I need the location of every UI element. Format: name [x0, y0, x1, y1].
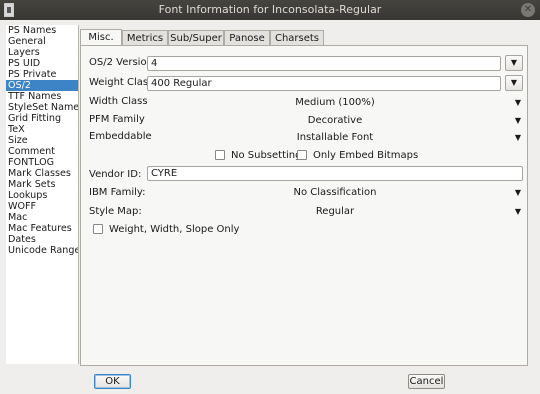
chevron-down-icon: ▼: [510, 58, 518, 67]
ok-button[interactable]: OK: [94, 374, 131, 389]
chevron-down-icon: ▼: [514, 133, 521, 142]
tab-misc[interactable]: Misc.: [80, 29, 122, 46]
tab-panose[interactable]: Panose: [224, 30, 270, 45]
weight-width-slope-checkbox[interactable]: [93, 224, 103, 234]
tab-container: Misc. Metrics Sub/Super Panose Charsets …: [80, 29, 532, 366]
style-map-value: Regular: [315, 206, 355, 217]
embeddable-select[interactable]: Installable Font ▼: [147, 130, 523, 145]
sidebar-item-mark-classes[interactable]: Mark Classes: [6, 168, 78, 179]
sidebar-item-mac[interactable]: Mac: [6, 212, 78, 223]
embeddable-label: Embeddable: [89, 131, 152, 142]
sidebar-item-ps-uid[interactable]: PS UID: [6, 58, 78, 69]
chevron-down-icon: ▼: [510, 78, 518, 87]
close-icon[interactable]: ✕: [521, 3, 535, 17]
sidebar-item-mark-sets[interactable]: Mark Sets: [6, 179, 78, 190]
vendor-id-label: Vendor ID:: [89, 169, 142, 180]
os2-version-label: OS/2 Version: [89, 57, 153, 68]
width-class-select[interactable]: Medium (100%) ▼: [147, 95, 523, 110]
misc-panel: OS/2 Version 4 ▼ Weight Class 400 Regula…: [80, 45, 528, 366]
pfm-family-select[interactable]: Decorative ▼: [147, 113, 523, 128]
sidebar-item-ttf-names[interactable]: TTF Names: [6, 91, 78, 102]
tab-sub-super[interactable]: Sub/Super: [168, 30, 224, 45]
weight-width-slope-label: Weight, Width, Slope Only: [109, 224, 240, 235]
only-embed-bitmaps-checkbox[interactable]: [297, 150, 307, 160]
ibm-family-label: IBM Family:: [89, 187, 146, 198]
chevron-down-icon: ▼: [514, 188, 521, 197]
title-bar: Font Information for Inconsolata-Regular…: [0, 0, 540, 20]
weight-class-dropdown-button[interactable]: ▼: [505, 75, 523, 91]
embeddable-value: Installable Font: [296, 132, 374, 143]
no-subsetting-label: No Subsetting: [231, 150, 302, 161]
cancel-button[interactable]: Cancel: [408, 374, 445, 389]
os2-version-field[interactable]: 4: [147, 56, 501, 71]
sidebar-item-dates[interactable]: Dates: [6, 234, 78, 245]
ibm-family-value: No Classification: [293, 187, 377, 198]
chevron-down-icon: ▼: [514, 98, 521, 107]
sidebar-item-os2[interactable]: OS/2: [6, 80, 78, 91]
pfm-family-label: PFM Family: [89, 114, 145, 125]
os2-version-dropdown-button[interactable]: ▼: [505, 55, 523, 71]
window-title: Font Information for Inconsolata-Regular: [158, 3, 382, 16]
tab-charsets[interactable]: Charsets: [270, 30, 324, 45]
sidebar-item-general[interactable]: General: [6, 36, 78, 47]
sidebar-item-styleset-names[interactable]: StyleSet Names: [6, 102, 78, 113]
style-map-select[interactable]: Regular ▼: [147, 204, 523, 219]
width-class-label: Width Class: [89, 96, 148, 107]
pfm-family-value: Decorative: [307, 115, 363, 126]
sidebar-item-unicode-ranges[interactable]: Unicode Ranges: [6, 245, 78, 256]
chevron-down-icon: ▼: [514, 207, 521, 216]
font-info-window: Font Information for Inconsolata-Regular…: [0, 0, 540, 394]
weight-class-label: Weight Class: [89, 77, 154, 88]
sidebar-item-tex[interactable]: TeX: [6, 124, 78, 135]
category-list[interactable]: PS Names General Layers PS UID PS Privat…: [6, 25, 79, 364]
sidebar-item-lookups[interactable]: Lookups: [6, 190, 78, 201]
sidebar-item-ps-names[interactable]: PS Names: [6, 25, 78, 36]
sidebar-item-layers[interactable]: Layers: [6, 47, 78, 58]
width-class-value: Medium (100%): [295, 97, 375, 108]
sidebar-item-mac-features[interactable]: Mac Features: [6, 223, 78, 234]
tab-metrics[interactable]: Metrics: [122, 30, 168, 45]
sidebar-item-ps-private[interactable]: PS Private: [6, 69, 78, 80]
vendor-id-field[interactable]: CYRE: [147, 166, 523, 181]
weight-class-field[interactable]: 400 Regular: [147, 76, 501, 91]
sidebar-item-fontlog[interactable]: FONTLOG: [6, 157, 78, 168]
ibm-family-select[interactable]: No Classification ▼: [147, 185, 523, 200]
sidebar-item-grid-fitting[interactable]: Grid Fitting: [6, 113, 78, 124]
sidebar-item-comment[interactable]: Comment: [6, 146, 78, 157]
sidebar-item-woff[interactable]: WOFF: [6, 201, 78, 212]
only-embed-bitmaps-label: Only Embed Bitmaps: [313, 150, 419, 161]
sidebar-item-size[interactable]: Size: [6, 135, 78, 146]
no-subsetting-checkbox[interactable]: [215, 150, 225, 160]
style-map-label: Style Map:: [89, 206, 142, 217]
chevron-down-icon: ▼: [514, 116, 521, 125]
